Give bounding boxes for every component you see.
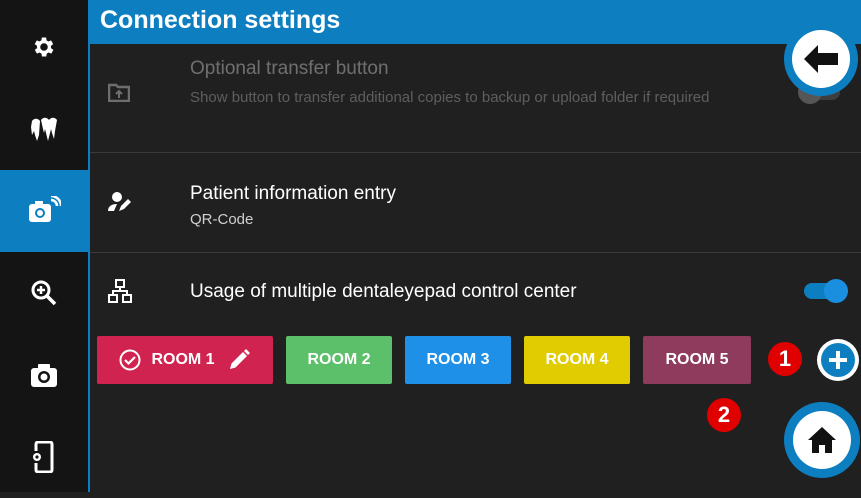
transfer-subtitle: Show button to transfer additional copie… xyxy=(190,89,710,106)
sidebar-item-device[interactable] xyxy=(0,416,88,498)
room-label: ROOM 3 xyxy=(426,351,490,368)
folder-upload-icon xyxy=(108,83,130,102)
arrow-left-icon xyxy=(804,45,838,73)
step-badge-1: 1 xyxy=(768,342,802,376)
multiple-title: Usage of multiple dentaleyepad control c… xyxy=(190,281,577,302)
sidebar-item-camera[interactable] xyxy=(0,334,88,416)
sidebar-item-teeth[interactable] xyxy=(0,88,88,170)
camera-icon xyxy=(31,364,57,387)
device-settings-icon xyxy=(32,441,54,473)
header-bar: Connection settings xyxy=(90,0,861,44)
room-button-3[interactable]: ROOM 3 xyxy=(405,336,511,384)
gear-icon xyxy=(34,37,54,57)
room-label: ROOM 4 xyxy=(545,351,609,368)
multiple-toggle[interactable] xyxy=(804,279,848,303)
person-edit-icon xyxy=(108,192,131,211)
room-button-1[interactable]: ROOM 1 xyxy=(97,336,273,384)
sidebar xyxy=(0,0,88,492)
teeth-icon xyxy=(31,117,57,141)
sidebar-item-camera-connection[interactable] xyxy=(0,170,88,252)
patient-subtitle: QR-Code xyxy=(190,211,254,228)
room-label: ROOM 5 xyxy=(665,351,729,368)
home-button[interactable] xyxy=(784,402,860,478)
step-badge-2: 2 xyxy=(707,398,741,432)
sidebar-item-zoom[interactable] xyxy=(0,252,88,334)
room-button-2[interactable]: ROOM 2 xyxy=(286,336,392,384)
zoom-in-icon xyxy=(31,280,57,306)
page-title: Connection settings xyxy=(100,6,341,34)
add-room-button[interactable] xyxy=(817,339,859,381)
pencil-icon[interactable] xyxy=(227,348,251,372)
network-icon xyxy=(108,279,132,303)
transfer-title: Optional transfer button xyxy=(190,58,389,79)
sidebar-item-settings[interactable] xyxy=(0,6,88,88)
plus-circle-icon xyxy=(821,343,855,377)
back-button[interactable] xyxy=(784,22,858,96)
patient-title: Patient information entry xyxy=(190,183,396,204)
setting-row-multiple[interactable]: Usage of multiple dentaleyepad control c… xyxy=(90,253,861,323)
setting-row-patient[interactable]: Patient information entry QR-Code xyxy=(90,153,861,252)
home-icon xyxy=(808,427,836,453)
setting-row-transfer[interactable]: Optional transfer button Show button to … xyxy=(90,44,861,152)
room-label: ROOM 2 xyxy=(307,351,371,368)
camera-wireless-icon xyxy=(29,196,61,222)
room-button-4[interactable]: ROOM 4 xyxy=(524,336,630,384)
room-button-5[interactable]: ROOM 5 xyxy=(643,336,751,384)
room-label: ROOM 1 xyxy=(151,351,215,368)
check-circle-icon xyxy=(119,349,141,371)
